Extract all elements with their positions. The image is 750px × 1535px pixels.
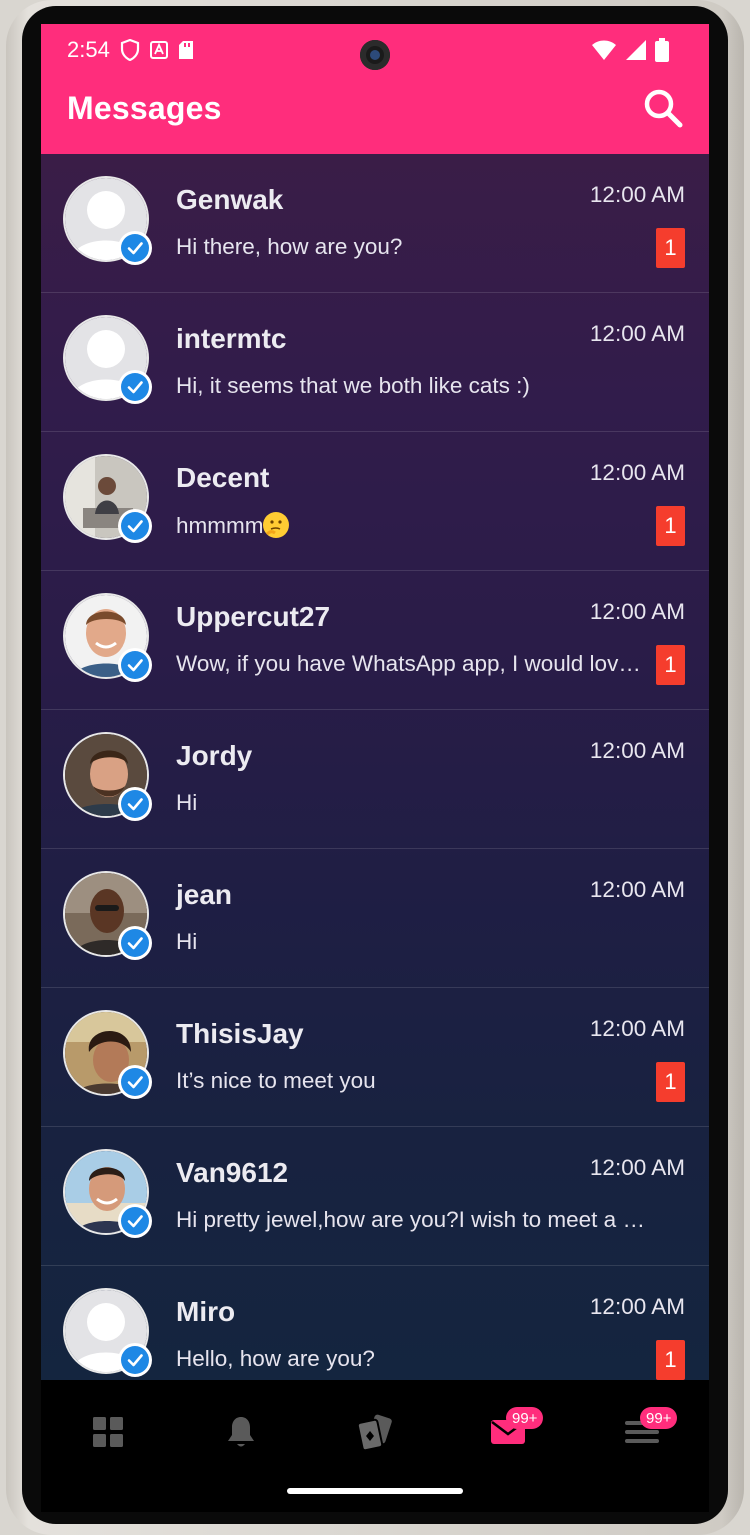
nav-menu-button[interactable]: 99+: [612, 1404, 678, 1464]
conversation-row[interactable]: Jordy Hi 12:00 AM: [41, 710, 709, 849]
contact-name: Decent: [176, 462, 270, 493]
message-time: 12:00 AM: [589, 1155, 685, 1180]
nav-notifications-button[interactable]: [211, 1404, 271, 1464]
unread-badge: 1: [656, 1062, 685, 1102]
verified-check-icon: [121, 512, 149, 540]
contact-name: Uppercut27: [176, 601, 331, 632]
message-time: 12:00 AM: [589, 460, 685, 485]
page-title: Messages: [67, 90, 222, 126]
avatar[interactable]: [65, 595, 149, 679]
contact-name: intermtc: [176, 323, 287, 354]
message-time: 12:00 AM: [589, 1294, 685, 1319]
conversation-row[interactable]: Van9612 Hi pretty jewel,how are you?I wi…: [41, 1127, 709, 1266]
verified-check-icon: [121, 651, 149, 679]
conversation-row[interactable]: Miro Hello, how are you? 12:00 AM 1: [41, 1266, 709, 1380]
contact-name: Genwak: [176, 184, 284, 215]
conversation-row[interactable]: intermtc Hi, it seems that we both like …: [41, 293, 709, 432]
conversation-row[interactable]: Genwak Hi there, how are you? 12:00 AM 1: [41, 154, 709, 293]
conversation-row[interactable]: ThisisJay It’s nice to meet you 12:00 AM…: [41, 988, 709, 1127]
avatar[interactable]: [65, 178, 149, 262]
verified-check-icon: [121, 1207, 149, 1235]
screen: 2:54 Messages Genwak Hi there, how are y…: [41, 24, 709, 1512]
shield-icon: [120, 39, 140, 61]
contact-name: Jordy: [176, 740, 253, 771]
contact-name: Van9612: [176, 1157, 289, 1188]
avatar[interactable]: [65, 873, 149, 957]
message-preview: Hi: [176, 929, 198, 954]
avatar[interactable]: [65, 1012, 149, 1096]
app-header: 2:54 Messages: [41, 24, 709, 154]
message-preview: Hi, it seems that we both like cats :): [176, 373, 530, 398]
wifi-icon: [591, 39, 617, 61]
message-time: 12:00 AM: [589, 182, 685, 207]
avatar[interactable]: [65, 1290, 149, 1374]
unread-badge: 1: [656, 506, 685, 546]
contact-name: jean: [176, 879, 233, 910]
search-icon: [643, 88, 683, 133]
conversation-row[interactable]: Decent hmmmm 12:00 AM 1: [41, 432, 709, 571]
nav-messages-button[interactable]: 99+: [478, 1404, 544, 1464]
message-time: 12:00 AM: [589, 877, 685, 902]
verified-check-icon: [121, 1068, 149, 1096]
contact-name: ThisisJay: [176, 1018, 304, 1049]
nav-dashboard-button[interactable]: [78, 1404, 138, 1464]
unread-badge: 1: [656, 645, 685, 685]
search-button[interactable]: [639, 86, 687, 134]
battery-icon: [655, 38, 669, 62]
verified-check-icon: [121, 373, 149, 401]
message-preview: Hello, how are you?: [176, 1346, 375, 1371]
avatar[interactable]: [65, 1151, 149, 1235]
message-preview-text: hmmmm: [176, 513, 264, 538]
verified-check-icon: [121, 929, 149, 957]
nav-cards-button[interactable]: [345, 1404, 405, 1464]
status-bar-right: [591, 32, 669, 68]
verified-check-icon: [121, 1346, 149, 1374]
grid-icon: [92, 1416, 124, 1453]
app-notification-icon: [149, 41, 168, 59]
verified-check-icon: [121, 234, 149, 262]
sd-card-icon: [178, 40, 194, 60]
bell-icon: [226, 1415, 256, 1454]
unread-badge: 1: [656, 1340, 685, 1380]
message-preview: Hi there, how are you?: [176, 234, 403, 259]
avatar[interactable]: [65, 456, 149, 540]
cards-icon: [356, 1413, 394, 1456]
status-time: 2:54: [67, 37, 110, 62]
signal-icon: [625, 39, 647, 61]
conversation-row[interactable]: jean Hi 12:00 AM: [41, 849, 709, 988]
message-time: 12:00 AM: [589, 599, 685, 624]
messages-count-badge: 99+: [506, 1407, 544, 1429]
conversation-row[interactable]: Uppercut27 Wow, if you have WhatsApp app…: [41, 571, 709, 710]
message-time: 12:00 AM: [589, 738, 685, 763]
avatar[interactable]: [65, 317, 149, 401]
home-indicator[interactable]: [287, 1488, 463, 1494]
contact-name: Miro: [176, 1296, 236, 1327]
menu-count-badge: 99+: [640, 1407, 678, 1429]
message-preview: It’s nice to meet you: [176, 1068, 376, 1093]
message-time: 12:00 AM: [589, 321, 685, 346]
front-camera: [360, 40, 390, 70]
thinking-emoji-icon: [263, 512, 290, 538]
verified-check-icon: [121, 790, 149, 818]
unread-badge: 1: [656, 228, 685, 268]
message-preview: Hi pretty jewel,how are you?I wish to me…: [176, 1207, 646, 1232]
status-bar-left: 2:54: [67, 32, 194, 68]
message-preview: Wow, if you have WhatsApp app, I would l…: [176, 651, 646, 676]
conversation-list[interactable]: Genwak Hi there, how are you? 12:00 AM 1…: [41, 154, 709, 1380]
message-time: 12:00 AM: [589, 1016, 685, 1041]
message-preview: Hi: [176, 790, 198, 815]
message-preview: hmmmm: [176, 512, 646, 539]
avatar[interactable]: [65, 734, 149, 818]
